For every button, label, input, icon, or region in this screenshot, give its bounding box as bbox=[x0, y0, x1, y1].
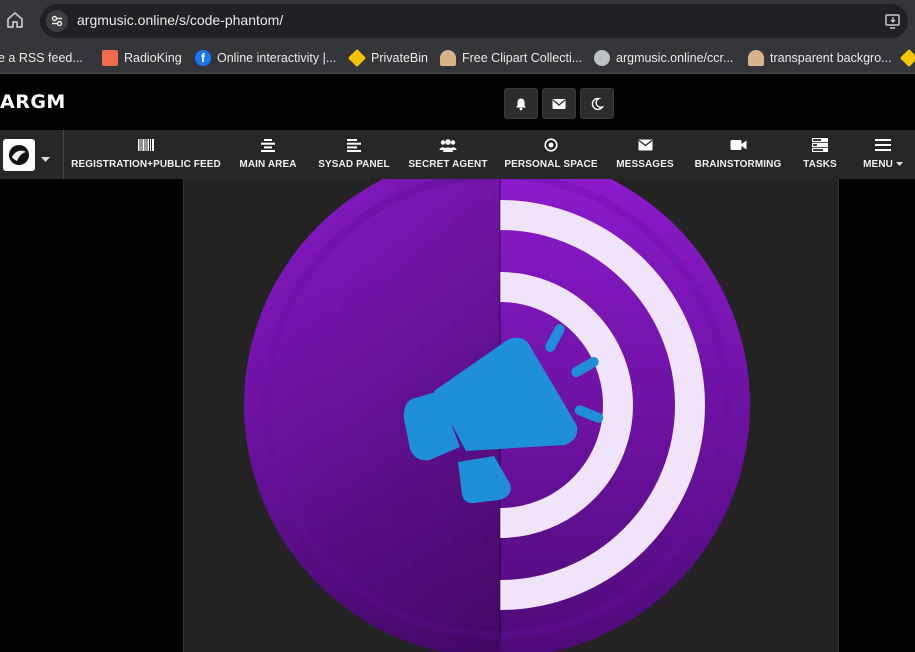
dot-circle-icon bbox=[544, 137, 558, 153]
main-navbar: REGISTRATION+PUBLIC FEED MAIN AREA SYSAD… bbox=[0, 130, 915, 179]
bookmark-label: Online interactivity |... bbox=[217, 51, 337, 65]
nav-menu-dropdown[interactable]: MENU bbox=[856, 130, 910, 179]
user-avatar[interactable] bbox=[3, 139, 35, 171]
bookmark-privatebin[interactable]: PrivateBin bbox=[347, 42, 428, 73]
notifications-button[interactable] bbox=[504, 88, 538, 119]
bookmark-online-interactivity[interactable]: f Online interactivity |... bbox=[195, 42, 337, 73]
video-camera-icon bbox=[730, 137, 747, 153]
nav-label: SYSAD PANEL bbox=[318, 159, 390, 170]
site-logo[interactable]: ARGM bbox=[0, 91, 66, 113]
avatar-icon bbox=[9, 145, 29, 165]
browser-toolbar: argmusic.online/s/code-phantom/ bbox=[0, 0, 915, 42]
bookmark-rss-feed[interactable]: e a RSS feed... bbox=[0, 42, 83, 73]
site-header: ARGM bbox=[0, 74, 915, 130]
nav-label: REGISTRATION+PUBLIC FEED bbox=[71, 159, 221, 170]
nav-registration-public-feed[interactable]: REGISTRATION+PUBLIC FEED bbox=[71, 130, 221, 179]
clipart-person-icon bbox=[748, 50, 764, 66]
globe-icon bbox=[594, 50, 610, 66]
avatar-dropdown-caret[interactable] bbox=[41, 150, 50, 168]
bookmark-argmusic-ccr[interactable]: argmusic.online/ccr... bbox=[594, 42, 734, 73]
align-center-icon bbox=[260, 137, 276, 153]
nav-tasks[interactable]: TASKS bbox=[800, 130, 840, 179]
facebook-icon: f bbox=[195, 50, 211, 66]
home-button[interactable] bbox=[4, 9, 26, 31]
nav-menu-label: MENU bbox=[863, 159, 893, 170]
nav-label: TASKS bbox=[803, 159, 837, 170]
nav-personal-space[interactable]: PERSONAL SPACE bbox=[504, 130, 598, 179]
address-bar[interactable]: argmusic.online/s/code-phantom/ bbox=[40, 4, 908, 38]
nav-label: BRAINSTORMING bbox=[694, 159, 782, 170]
site-info-button[interactable] bbox=[46, 10, 68, 32]
messages-button[interactable] bbox=[542, 88, 576, 119]
main-content bbox=[0, 179, 915, 652]
bookmark-label: transparent backgro... bbox=[770, 51, 892, 65]
tune-icon bbox=[51, 15, 63, 27]
caret-down-icon bbox=[41, 157, 50, 162]
bookmark-overflow[interactable] bbox=[899, 42, 915, 73]
moon-icon bbox=[591, 97, 604, 110]
caret-down-icon bbox=[895, 161, 903, 166]
envelope-icon bbox=[638, 137, 653, 153]
hamburger-icon bbox=[875, 137, 891, 153]
nav-label: PERSONAL SPACE bbox=[504, 159, 598, 170]
tasks-icon bbox=[812, 137, 828, 153]
url-text[interactable]: argmusic.online/s/code-phantom/ bbox=[77, 12, 283, 28]
bookmark-free-clipart[interactable]: Free Clipart Collecti... bbox=[440, 42, 583, 73]
content-panel bbox=[183, 179, 839, 652]
nav-label: MENU bbox=[863, 159, 903, 170]
nav-label: MAIN AREA bbox=[239, 159, 297, 170]
nav-divider bbox=[63, 130, 64, 179]
align-left-icon bbox=[346, 137, 362, 153]
bookmark-label: e a RSS feed... bbox=[0, 51, 83, 65]
clipart-person-icon bbox=[440, 50, 456, 66]
megaphone-broadcast-icon bbox=[244, 179, 750, 652]
bookmark-label: PrivateBin bbox=[371, 51, 428, 65]
nav-messages[interactable]: MESSAGES bbox=[614, 130, 676, 179]
barcode-icon bbox=[138, 137, 154, 153]
bell-icon bbox=[516, 98, 526, 110]
install-app-icon bbox=[885, 14, 900, 29]
bookmark-label: RadioKing bbox=[124, 51, 182, 65]
dark-mode-button[interactable] bbox=[580, 88, 614, 119]
privatebin-icon bbox=[899, 48, 915, 68]
bookmark-radioking[interactable]: RadioKing bbox=[102, 42, 182, 73]
bookmark-label: Free Clipart Collecti... bbox=[462, 51, 583, 65]
install-app-button[interactable] bbox=[884, 12, 902, 30]
home-icon bbox=[7, 12, 23, 28]
nav-secret-agent[interactable]: SECRET AGENT bbox=[408, 130, 488, 179]
nav-brainstorming[interactable]: BRAINSTORMING bbox=[692, 130, 784, 179]
bookmark-transparent-background[interactable]: transparent backgro... bbox=[748, 42, 892, 73]
privatebin-icon bbox=[347, 48, 367, 68]
radioking-icon bbox=[102, 50, 118, 66]
bookmarks-bar: e a RSS feed... RadioKing f Online inter… bbox=[0, 42, 915, 74]
envelope-icon bbox=[552, 98, 566, 109]
bookmark-label: argmusic.online/ccr... bbox=[616, 51, 734, 65]
nav-label: SECRET AGENT bbox=[408, 159, 488, 170]
nav-label: MESSAGES bbox=[616, 159, 674, 170]
users-icon bbox=[439, 137, 457, 153]
nav-sysad-panel[interactable]: SYSAD PANEL bbox=[316, 130, 392, 179]
nav-main-area[interactable]: MAIN AREA bbox=[236, 130, 300, 179]
